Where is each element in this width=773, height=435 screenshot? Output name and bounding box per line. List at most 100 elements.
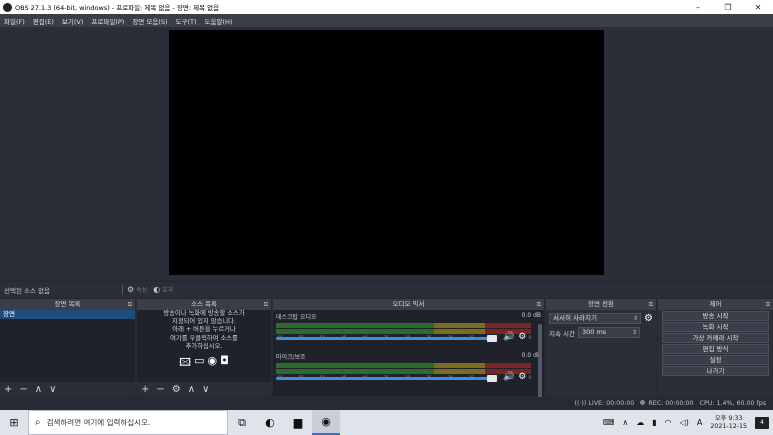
wifi-icon[interactable]: ◠ bbox=[665, 418, 672, 427]
status-bar: ((·)) LIVE: 00:00:00 REC: 00:00:00 CPU: … bbox=[0, 397, 773, 410]
transition-select[interactable]: 서서히 사라지기 ⇕ bbox=[549, 313, 641, 324]
settings-button[interactable]: 설정 bbox=[662, 355, 769, 365]
source-down-button[interactable]: ∨ bbox=[202, 384, 209, 395]
minimize-button[interactable]: – bbox=[683, 3, 713, 12]
menu-file[interactable]: 파일(F) bbox=[0, 16, 29, 26]
rec-time: REC: 00:00:00 bbox=[648, 400, 694, 407]
sources-empty-message: 방송이나 녹화에 방송할 소스가 지정되어 있지 않습니다. 아래 + 버튼을 … bbox=[137, 310, 271, 351]
channel-name: 마이크/보조 bbox=[276, 354, 306, 361]
notification-icon[interactable]: 4 bbox=[755, 416, 769, 429]
scenes-list: 장면 bbox=[0, 310, 135, 382]
start-streaming-button[interactable]: 방송 시작 bbox=[662, 311, 769, 321]
clock[interactable]: 오후 9:33 2021-12-15 bbox=[710, 415, 747, 431]
dock-float-icon[interactable]: ⧉ bbox=[649, 299, 653, 310]
add-scene-button[interactable]: + bbox=[4, 384, 12, 395]
start-virtual-camera-button[interactable]: 가상 카메라 시작 bbox=[662, 333, 769, 343]
source-toolbar: 선택된 소스 없음 ⚙ 속성 ◐ 효과 bbox=[0, 282, 773, 297]
duration-input[interactable]: 300 ms ⇕ bbox=[578, 327, 640, 338]
mixer-channel: 데스크탑 오디오 0.0 dB -60 -55 -50 -45 -40 -35 … bbox=[273, 310, 544, 350]
menu-tools[interactable]: 도구(T) bbox=[172, 16, 201, 26]
scenes-header: 장면 목록 ⧉ bbox=[0, 299, 135, 310]
taskbar-search[interactable]: ⌕ 검색하려면 여기에 입력하십시오. bbox=[28, 410, 228, 435]
dock-float-icon[interactable]: ⧉ bbox=[766, 299, 770, 310]
scenes-dock: 장면 목록 ⧉ 장면 + − ∧ ∨ bbox=[0, 299, 135, 396]
search-icon: ⌕ bbox=[35, 417, 41, 428]
spin-arrows-icon[interactable]: ⇕ bbox=[632, 328, 637, 337]
sources-footer: + − ⚙ ∧ ∨ bbox=[137, 382, 271, 396]
chevron-up-icon[interactable]: ∧ bbox=[622, 418, 628, 427]
add-source-button[interactable]: + bbox=[141, 384, 149, 395]
mixer-channel: 마이크/보조 0.0 dB -60 -55 -50 -45 -40 -35 -3… bbox=[273, 350, 544, 390]
transition-selected: 서서히 사라지기 bbox=[553, 314, 597, 322]
windows-start-icon[interactable]: ⊞ bbox=[0, 416, 28, 429]
empty-line: 방송이나 녹화에 방송할 소스가 bbox=[163, 310, 245, 317]
speaker-icon[interactable]: 🔊 bbox=[503, 372, 514, 382]
menu-edit[interactable]: 편집(E) bbox=[29, 16, 58, 26]
taskbar: ⊞ ⌕ 검색하려면 여기에 입력하십시오. ⧉ ◐ ▆ ◉ ⌨ ∧ ☁ ▮ ◠ … bbox=[0, 410, 773, 435]
volume-meter bbox=[276, 363, 531, 368]
task-view-icon[interactable]: ⧉ bbox=[228, 410, 256, 435]
start-recording-button[interactable]: 녹화 시작 bbox=[662, 322, 769, 332]
search-placeholder: 검색하려면 여기에 입력하십시오. bbox=[46, 418, 151, 427]
dock-float-icon[interactable]: ⧉ bbox=[128, 299, 132, 310]
sources-list[interactable]: 방송이나 녹화에 방송할 소스가 지정되어 있지 않습니다. 아래 + 버튼을 … bbox=[137, 310, 271, 382]
scene-item[interactable]: 장면 bbox=[0, 310, 135, 319]
no-source-label: 선택된 소스 없음 bbox=[4, 286, 50, 295]
preview-canvas[interactable] bbox=[169, 30, 604, 275]
remove-source-button[interactable]: − bbox=[156, 384, 164, 395]
studio-mode-button[interactable]: 편집 방식 bbox=[662, 344, 769, 354]
live-time: LIVE: 00:00:00 bbox=[588, 400, 635, 407]
volume-slider[interactable] bbox=[276, 337, 494, 340]
gear-icon[interactable]: ⚙ bbox=[644, 313, 653, 324]
menu-help[interactable]: 도움말(H) bbox=[201, 16, 237, 26]
remove-scene-button[interactable]: − bbox=[19, 384, 27, 395]
sources-dock: 소스 목록 ⧉ 방송이나 녹화에 방송할 소스가 지정되어 있지 않습니다. 아… bbox=[137, 299, 271, 396]
duration-value: 300 ms bbox=[582, 328, 607, 336]
exit-button[interactable]: 나가기 bbox=[662, 366, 769, 376]
menu-bar: 파일(F) 편집(E) 보기(V) 프로파일(P) 장면 모음(S) 도구(T)… bbox=[0, 14, 773, 27]
camera-icon: ◘ bbox=[220, 354, 229, 368]
volume-meter bbox=[276, 323, 531, 328]
mixer-title: 오디오 믹서 bbox=[392, 300, 425, 308]
scene-up-button[interactable]: ∧ bbox=[35, 384, 42, 395]
clock-time: 오후 9:33 bbox=[714, 414, 743, 422]
close-button[interactable]: ✕ bbox=[743, 3, 773, 12]
toolbar-divider bbox=[122, 284, 123, 295]
gear-icon: ⚙ bbox=[127, 285, 135, 294]
menu-scene-collection[interactable]: 장면 모음(S) bbox=[128, 16, 171, 26]
volume-slider[interactable] bbox=[276, 377, 494, 380]
volume-slider-handle[interactable] bbox=[487, 335, 497, 342]
volume-slider-handle[interactable] bbox=[487, 375, 497, 382]
file-explorer-icon[interactable]: ▆ bbox=[284, 410, 312, 435]
chevron-updown-icon: ⇕ bbox=[632, 315, 638, 322]
obs-app-icon[interactable]: ◉ bbox=[312, 410, 340, 435]
dock-float-icon[interactable]: ⧉ bbox=[537, 299, 541, 310]
rec-status: REC: 00:00:00 bbox=[640, 400, 694, 407]
sources-title: 소스 목록 bbox=[191, 300, 217, 308]
ime-icon[interactable]: A bbox=[697, 418, 702, 427]
source-up-button[interactable]: ∧ bbox=[188, 384, 195, 395]
system-tray: ⌨ ∧ ☁ ▮ ◠ ◁) A 오후 9:33 2021-12-15 4 bbox=[603, 415, 773, 431]
mixer-header: 오디오 믹서 ⧉ bbox=[273, 299, 544, 310]
dock-float-icon[interactable]: ⧉ bbox=[264, 299, 268, 310]
network-icon[interactable]: ☁ bbox=[636, 418, 644, 427]
menu-view[interactable]: 보기(V) bbox=[58, 16, 87, 26]
scene-down-button[interactable]: ∨ bbox=[49, 384, 56, 395]
maximize-button[interactable]: ❐ bbox=[713, 3, 743, 12]
keyboard-icon[interactable]: ⌨ bbox=[603, 418, 615, 427]
properties-button[interactable]: ⚙ 속성 bbox=[127, 285, 147, 294]
scenes-title: 장면 목록 bbox=[54, 300, 81, 308]
gear-icon[interactable]: ⚙ bbox=[518, 332, 526, 342]
menu-profile[interactable]: 프로파일(P) bbox=[87, 16, 128, 26]
obs-logo-icon bbox=[3, 2, 12, 12]
microphone-icon[interactable]: ▮ bbox=[652, 418, 656, 427]
speaker-icon[interactable]: 🔊 bbox=[503, 332, 514, 342]
source-properties-button[interactable]: ⚙ bbox=[172, 384, 181, 395]
filters-button[interactable]: ◐ 효과 bbox=[153, 285, 173, 294]
volume-icon[interactable]: ◁) bbox=[680, 418, 689, 427]
duration-label: 지속 시간 bbox=[549, 329, 575, 338]
edge-browser-icon[interactable]: ◐ bbox=[256, 410, 284, 435]
image-icon: 🖾 bbox=[179, 356, 192, 370]
mixer-scrollbar[interactable] bbox=[538, 324, 542, 404]
gear-icon[interactable]: ⚙ bbox=[518, 372, 526, 382]
